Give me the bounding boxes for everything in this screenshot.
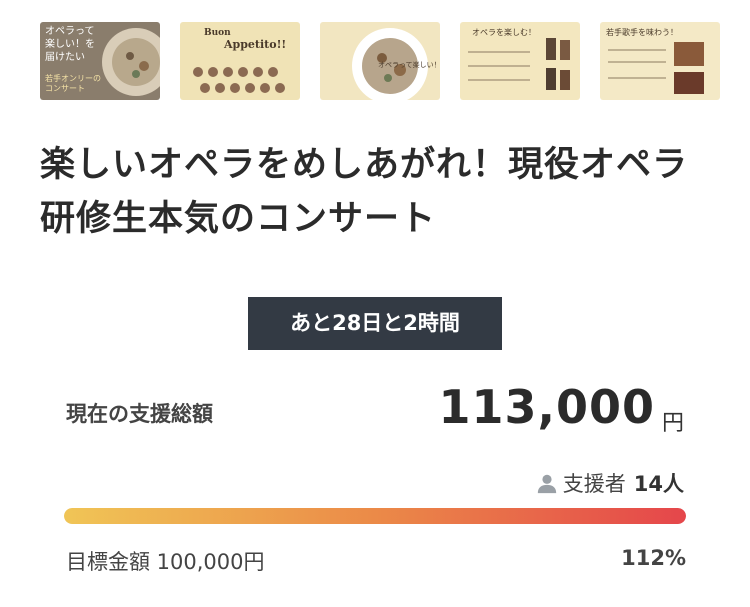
thumbnail-1-line-3: 届けたい — [45, 52, 85, 63]
thumbnail-3[interactable]: オペラって楽しい！ — [320, 22, 440, 100]
total-support-amount: 113,000 — [438, 380, 655, 434]
funding-progress-fill — [64, 508, 686, 524]
thumbnail-5-caption: 若手歌手を味わう！ — [606, 28, 678, 37]
funding-progress-bar — [64, 508, 686, 524]
thumbnail-1-line-2: 楽しい！を — [45, 39, 95, 50]
supporters-count: 支援者 14人 — [536, 468, 684, 498]
achievement-percent: 112% — [621, 546, 686, 570]
thumbnail-2-heading: Buon — [204, 28, 231, 38]
image-gallery: オペラって 楽しい！を 届けたい 若手オンリーの コンサート Buon Appe… — [40, 22, 748, 100]
person-icon — [537, 474, 556, 494]
project-title: 楽しいオペラをめしあがれ！現役オペラ研修生本気のコンサート — [40, 145, 689, 239]
thumbnail-1-subline-1: 若手オンリーの — [45, 74, 101, 83]
thumbnail-2-art — [193, 67, 285, 93]
thumbnail-1-line-1: オペラって — [45, 26, 95, 37]
supporters-label: 支援者 — [562, 472, 626, 496]
time-remaining-badge: あと28日と2時間 — [248, 297, 502, 350]
total-support-label: 現在の支援総額 — [66, 402, 213, 426]
thumbnail-4[interactable]: オペラを楽しむ！ — [460, 22, 580, 100]
thumbnail-1[interactable]: オペラって 楽しい！を 届けたい 若手オンリーの コンサート — [40, 22, 160, 100]
thumbnail-1-subline-2: コンサート — [45, 84, 85, 93]
thumbnail-2-heading-2: Appetito!! — [224, 38, 287, 51]
thumbnail-4-caption: オペラを楽しむ！ — [472, 28, 536, 37]
supporters-number: 14人 — [633, 472, 684, 496]
currency-unit: 円 — [662, 411, 685, 436]
thumbnail-2[interactable]: Buon Appetito!! — [180, 22, 300, 100]
goal-amount: 目標金額 100,000円 — [66, 550, 265, 574]
thumbnail-3-caption: オペラって楽しい！ — [378, 61, 440, 69]
thumbnail-5[interactable]: 若手歌手を味わう！ — [600, 22, 720, 100]
